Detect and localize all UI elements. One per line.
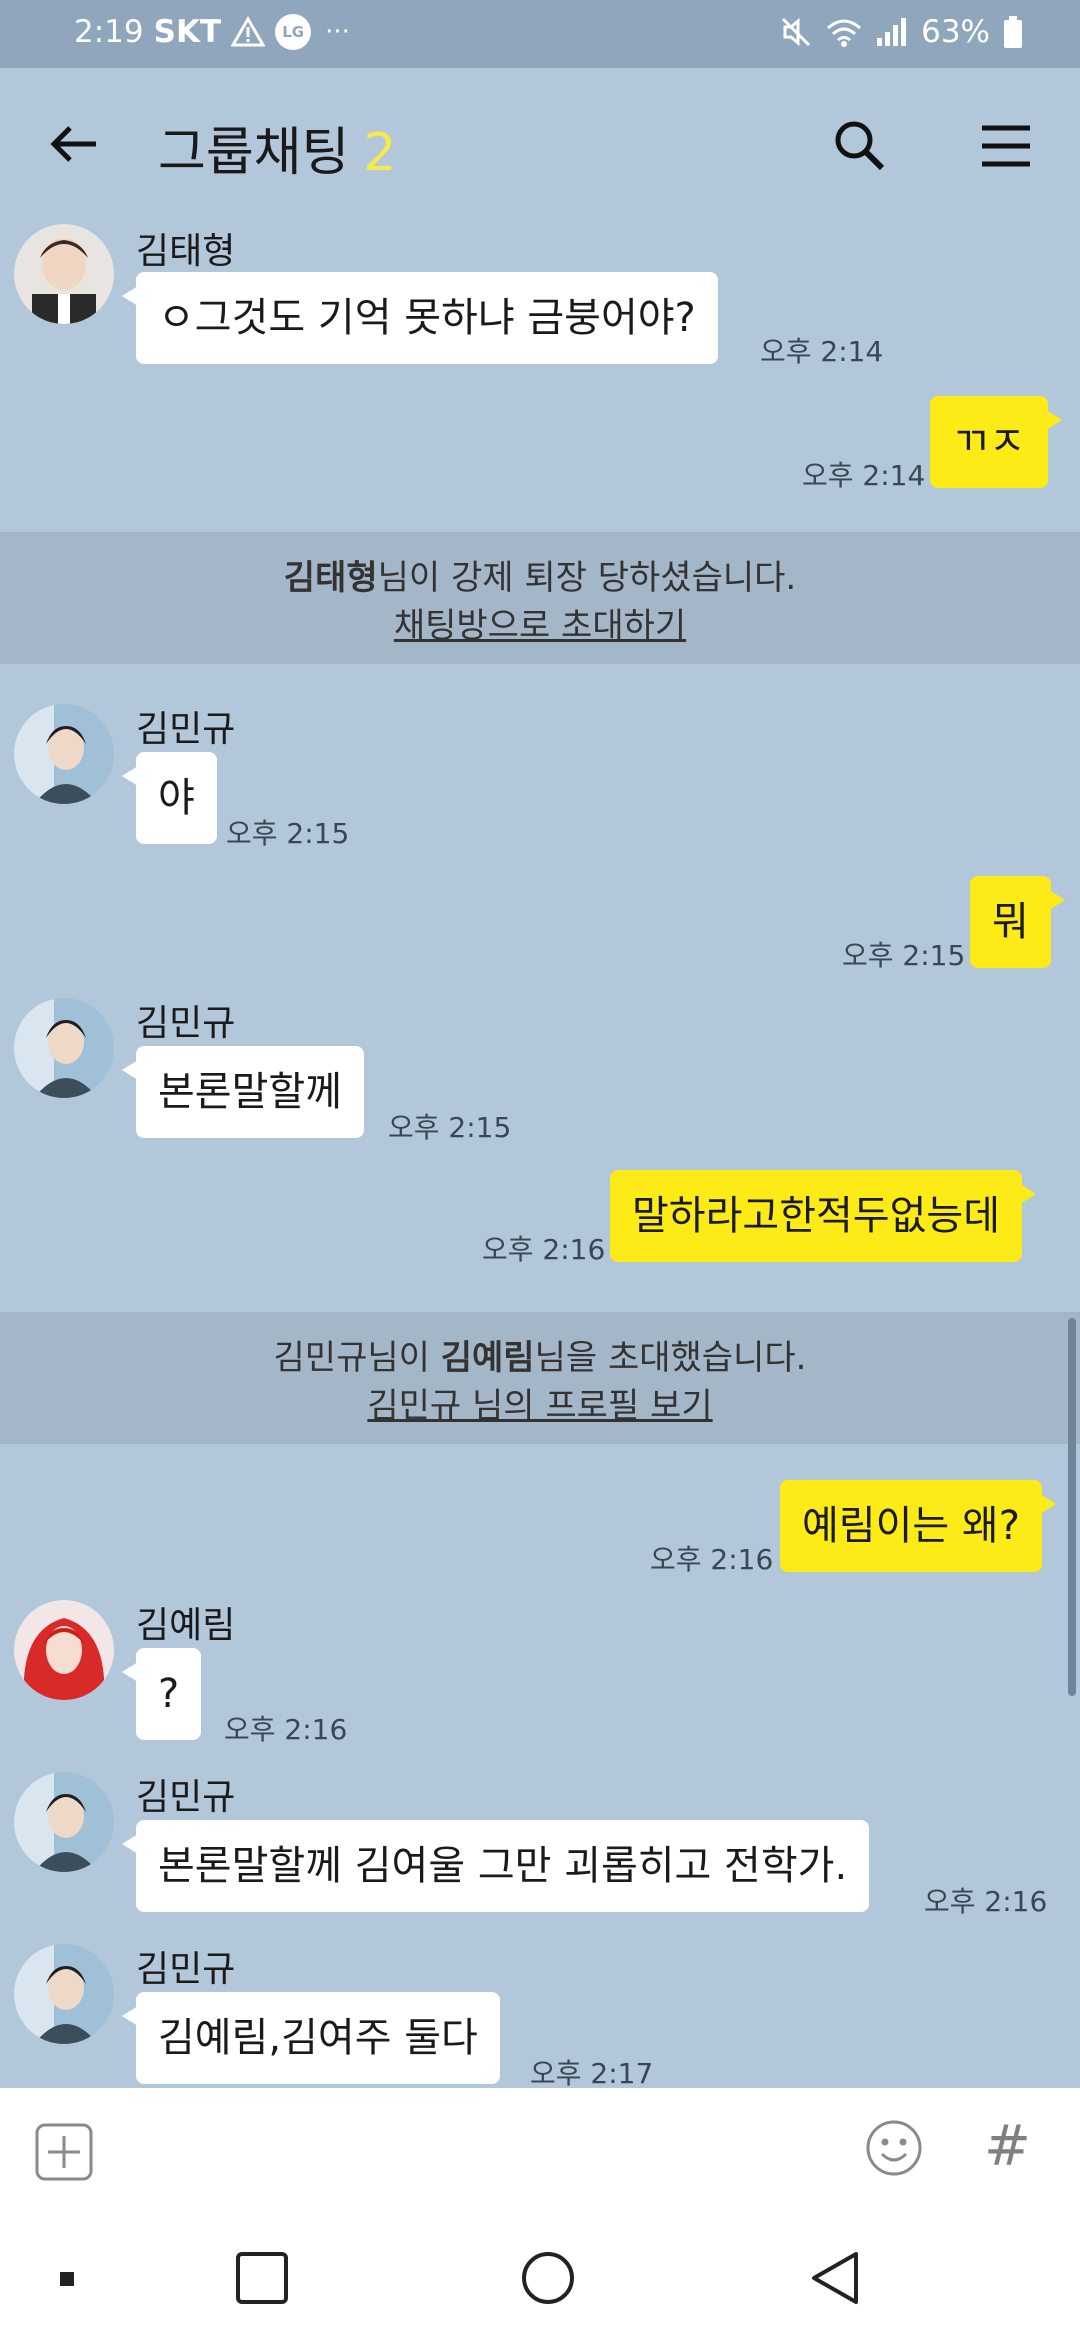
message-time: 오후 2:15 bbox=[226, 817, 350, 850]
message-time: 오후 2:14 bbox=[802, 459, 926, 492]
signal-icon bbox=[875, 16, 909, 48]
mute-icon bbox=[779, 15, 813, 49]
status-carrier: SKT bbox=[153, 14, 222, 50]
chat-scrollbar[interactable] bbox=[1068, 1318, 1076, 1696]
sender-name: 김민규 bbox=[136, 1003, 236, 1044]
message-time: 오후 2:17 bbox=[530, 2057, 654, 2088]
wifi-icon bbox=[825, 16, 863, 48]
menu-icon[interactable] bbox=[974, 114, 1038, 178]
message-time: 오후 2:16 bbox=[924, 1885, 1048, 1918]
sender-name: 김민규 bbox=[136, 1777, 236, 1818]
avatar-kimmingyu[interactable] bbox=[14, 1772, 114, 1872]
status-left: 2:19 SKT LG ··· bbox=[74, 14, 350, 50]
message-bubble[interactable]: ㅇ그것도 기억 못하냐 금붕어야? bbox=[122, 272, 718, 364]
sender-name: 김민규 bbox=[136, 1949, 236, 1990]
notice-text: 김민규님이 김예림님을 초대했습니다. bbox=[0, 1330, 1080, 1379]
message-time: 오후 2:14 bbox=[760, 335, 884, 368]
notice-name: 김예림 bbox=[440, 1338, 535, 1378]
message-bubble[interactable]: 김예림,김여주 둘다 bbox=[122, 1992, 500, 2084]
avatar-kimyerim[interactable] bbox=[14, 1600, 114, 1700]
notice-message: 님을 초대했습니다. bbox=[534, 1338, 807, 1378]
message-bubble[interactable]: 본론말할께 bbox=[122, 1046, 364, 1138]
my-message-bubble[interactable]: 뭐 bbox=[970, 876, 1065, 968]
message-time: 오후 2:16 bbox=[650, 1543, 774, 1576]
battery-percent: 63% bbox=[921, 14, 990, 50]
lg-badge: LG bbox=[275, 14, 312, 50]
message-time: 오후 2:16 bbox=[224, 1713, 348, 1746]
message-bubble[interactable]: 본론말할께 김여울 그만 괴롭히고 전학가. bbox=[121, 1820, 870, 1912]
message-time: 오후 2:15 bbox=[842, 939, 966, 972]
message-time: 오후 2:15 bbox=[388, 1111, 512, 1144]
avatar-kimmingyu[interactable] bbox=[14, 1944, 114, 2044]
notice-name: 김태형 bbox=[283, 558, 378, 598]
system-notice: 김태형님이 강제 퇴장 당하셨습니다. 채팅방으로 초대하기 bbox=[0, 532, 1080, 664]
avatar-kimmingyu[interactable] bbox=[14, 998, 114, 1098]
my-message-bubble[interactable]: 예림이는 왜? bbox=[780, 1480, 1056, 1572]
view-profile-link[interactable]: 김민규 님의 프로필 보기 bbox=[367, 1386, 712, 1426]
message-bubble[interactable]: 야 bbox=[122, 752, 217, 844]
overview-icon[interactable] bbox=[226, 2242, 298, 2314]
my-message-bubble[interactable]: ㄲㅈ bbox=[930, 396, 1062, 488]
emoji-icon[interactable] bbox=[864, 2118, 924, 2178]
alert-icon bbox=[231, 16, 266, 48]
avatar-kimmingyu[interactable] bbox=[14, 704, 114, 804]
status-right: 63% bbox=[779, 14, 1024, 50]
system-nav-bar bbox=[0, 2218, 1080, 2340]
chat-title: 그룹채팅 2 bbox=[158, 110, 396, 185]
message-time: 오후 2:16 bbox=[482, 1233, 606, 1266]
status-bar: 2:19 SKT LG ··· 63% bbox=[0, 0, 1080, 68]
status-time: 2:19 bbox=[74, 14, 144, 50]
sender-name: 김태형 bbox=[136, 231, 236, 272]
add-icon[interactable] bbox=[34, 2122, 94, 2182]
back-arrow-icon[interactable] bbox=[42, 112, 106, 176]
chat-title-text: 그룹채팅 bbox=[158, 123, 350, 183]
hash-icon[interactable]: # bbox=[984, 2114, 1031, 2179]
message-input-bar: # bbox=[0, 2088, 1080, 2218]
chat-header: 그룹채팅 2 bbox=[0, 68, 1080, 218]
system-notice: 김민규님이 김예림님을 초대했습니다. 김민규 님의 프로필 보기 bbox=[0, 1312, 1080, 1444]
invite-to-chat-link[interactable]: 채팅방으로 초대하기 bbox=[394, 606, 686, 646]
notice-prefix: 김민규님이 bbox=[273, 1338, 441, 1378]
recent-apps-icon[interactable] bbox=[30, 2242, 102, 2314]
my-message-bubble[interactable]: 말하라고한적두없능데 bbox=[610, 1170, 1036, 1262]
sender-name: 김민규 bbox=[136, 709, 236, 750]
message-bubble[interactable]: ? bbox=[121, 1648, 202, 1740]
notice-text: 김태형님이 강제 퇴장 당하셨습니다. bbox=[0, 550, 1080, 599]
member-count: 2 bbox=[363, 123, 397, 183]
back-icon[interactable] bbox=[800, 2242, 872, 2314]
search-icon[interactable] bbox=[828, 114, 892, 178]
avatar-kimtaehyung[interactable] bbox=[14, 224, 114, 324]
sender-name: 김예림 bbox=[136, 1605, 236, 1646]
chat-area[interactable]: 김태형 ㅇ그것도 기억 못하냐 금붕어야? 오후 2:14 ㄲㅈ 오후 2:14… bbox=[0, 218, 1080, 2088]
status-dots: ··· bbox=[325, 17, 350, 47]
battery-icon bbox=[1002, 15, 1024, 49]
notice-message: 님이 강제 퇴장 당하셨습니다. bbox=[377, 558, 797, 598]
home-icon[interactable] bbox=[512, 2242, 584, 2314]
